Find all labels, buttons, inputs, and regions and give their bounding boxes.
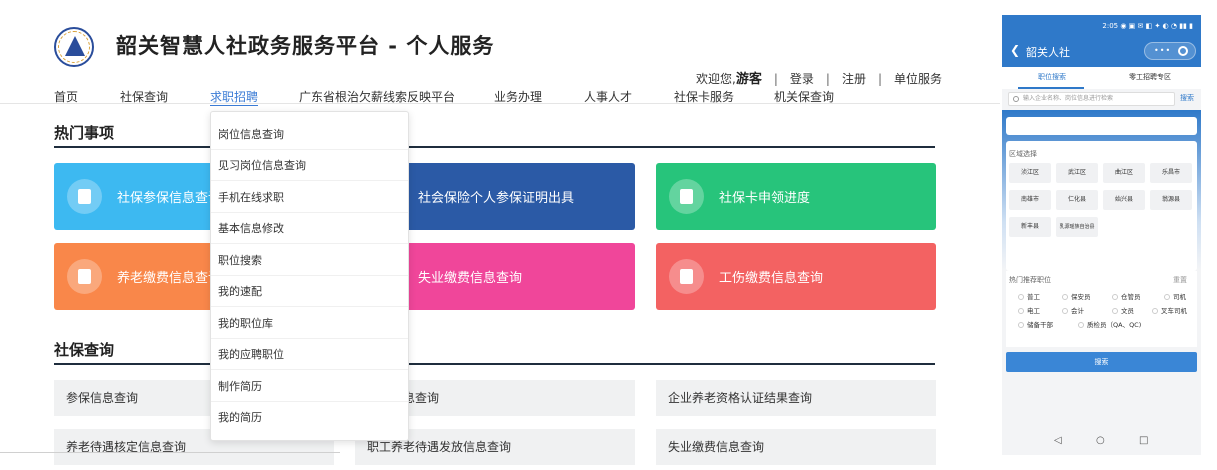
region-chip[interactable]: 浈江区 (1009, 163, 1051, 183)
dropdown-item-create-resume[interactable]: 制作简历 (211, 371, 408, 402)
card-label: 工伤缴费信息查询 (719, 271, 824, 286)
more-dots-icon[interactable]: ••• (1154, 46, 1171, 55)
social-section-title: 社保查询 (54, 341, 115, 359)
org-service-link[interactable]: 单位服务 (894, 72, 942, 86)
job-radio[interactable]: 普工 (1018, 291, 1040, 301)
reset-link[interactable]: 重置 (1173, 275, 1187, 285)
region-chip[interactable]: 武江区 (1056, 163, 1098, 183)
card-label: 失业缴费信息查询 (418, 271, 523, 286)
dropdown-item-post-query[interactable]: 岗位信息查询 (211, 119, 408, 150)
nav-recents-icon[interactable]: □ (1139, 435, 1148, 446)
dropdown-item-edit-info[interactable]: 基本信息修改 (211, 213, 408, 244)
region-chip[interactable]: 南雄市 (1009, 190, 1051, 210)
page-title: 韶关智慧人社政务服务平台 - 个人服务 (116, 34, 495, 58)
region-chip[interactable]: 翁源县 (1150, 190, 1192, 210)
social-item-unemployment[interactable]: 失业缴费信息查询 (656, 429, 936, 465)
region-label: 区域选择 (1009, 150, 1037, 158)
mobile-title: 韶关人社 (1026, 46, 1070, 59)
job-radio[interactable]: 质检员（QA、QC) (1078, 319, 1141, 329)
dropdown-item-intern-query[interactable]: 见习岗位信息查询 (211, 150, 408, 181)
social-section-divider (54, 363, 935, 365)
hot-section-divider (54, 146, 935, 148)
nav-divider (0, 103, 1000, 104)
mobile-screen: 2:05 ◉ ▣ ✉ ◧ ✦ ◐ ◔ ▮▮ ▮ ❮ 韶关人社 ••• 职位搜索 … (1002, 15, 1201, 455)
monitor-icon (669, 259, 704, 294)
card-label: 社会保险个人参保证明出具 (418, 191, 575, 206)
screenshot-root: 韶关智慧人社政务服务平台 - 个人服务 欢迎您,游客 | 登录 | 注册 | 单位服务 首页… (0, 0, 1217, 470)
hot-jobs-panel: 热门推荐职位 重置 普工 保安员 仓管员 司机 电工 会计 文员 叉车司机 储备… (1006, 271, 1197, 347)
hot-card-card-progress[interactable]: 社保卡申领进度 (656, 163, 936, 230)
dropdown-item-job-search[interactable]: 职位搜索 (211, 245, 408, 276)
list-icon (67, 179, 102, 214)
login-link[interactable]: 登录 (790, 72, 814, 86)
region-chip[interactable]: 始兴县 (1103, 190, 1145, 210)
document-icon (67, 259, 102, 294)
mini-program-capsule[interactable]: ••• (1144, 42, 1196, 60)
job-radio[interactable]: 文员 (1112, 305, 1134, 315)
dropdown-item-my-applications[interactable]: 我的应聘职位 (211, 339, 408, 370)
mobile-tabs: 职位搜索 零工招聘专区 (1002, 67, 1201, 89)
desktop-page: 韶关智慧人社政务服务平台 - 个人服务 欢迎您,游客 | 登录 | 注册 | 单位服务 首页… (0, 0, 1000, 470)
hot-section-title: 热门事项 (54, 124, 115, 142)
card-icon (669, 179, 704, 214)
android-nav-bar: ◁ ○ □ (1002, 431, 1201, 455)
user-name: 游客 (735, 72, 762, 87)
back-arrow-icon[interactable]: ❮ (1010, 43, 1020, 57)
hot-card-injury-payment[interactable]: 工伤缴费信息查询 (656, 243, 936, 310)
register-link[interactable]: 注册 (842, 72, 866, 86)
tab-job-search[interactable]: 职位搜索 (1038, 72, 1066, 82)
region-panel: 区域选择 浈江区 武江区 曲江区 乐昌市 南雄市 仁化县 始兴县 翁源县 新丰县… (1006, 141, 1197, 271)
mobile-search-input[interactable]: 输入企业名称、岗位信息进行检索 (1008, 92, 1175, 106)
job-radio[interactable]: 保安员 (1062, 291, 1091, 301)
region-chip[interactable]: 乐昌市 (1150, 163, 1192, 183)
card-label: 社保卡申领进度 (719, 191, 811, 206)
job-radio[interactable]: 电工 (1018, 305, 1040, 315)
mobile-search-button[interactable]: 搜索 (1180, 93, 1194, 103)
hot-jobs-label: 热门推荐职位 (1009, 276, 1051, 284)
jobs-dropdown-menu: 岗位信息查询 见习岗位信息查询 手机在线求职 基本信息修改 职位搜索 我的速配 … (210, 111, 409, 441)
dropdown-item-mobile-apply[interactable]: 手机在线求职 (211, 182, 408, 213)
region-chip[interactable]: 乳源瑶族自治县 (1056, 217, 1098, 237)
user-bar: 欢迎您,游客 | 登录 | 注册 | 单位服务 (696, 72, 943, 87)
job-radio[interactable]: 叉车司机 (1152, 305, 1187, 315)
search-placeholder: 输入企业名称、岗位信息进行检索 (1023, 95, 1114, 102)
nav-back-icon[interactable]: ◁ (1054, 435, 1062, 446)
dropdown-item-quick-match[interactable]: 我的速配 (211, 276, 408, 307)
status-bar: 2:05 ◉ ▣ ✉ ◧ ✦ ◐ ◔ ▮▮ ▮ (1102, 22, 1193, 30)
mobile-submit-button[interactable]: 搜索 (1006, 352, 1197, 372)
card-label: 社保参保信息查询 (117, 191, 222, 206)
close-circle-icon[interactable] (1178, 46, 1188, 56)
region-chip[interactable]: 新丰县 (1009, 217, 1051, 237)
card-label: 养老缴费信息查询 (117, 271, 222, 286)
site-logo (54, 27, 94, 67)
scrollbar-track (0, 452, 340, 453)
job-radio[interactable]: 司机 (1164, 291, 1186, 301)
active-tab-indicator (1018, 87, 1084, 89)
job-radio[interactable]: 仓管员 (1112, 291, 1141, 301)
nav-home-icon[interactable]: ○ (1096, 435, 1105, 446)
mobile-banner-box (1006, 117, 1197, 135)
region-chip[interactable]: 曲江区 (1103, 163, 1145, 183)
job-radio[interactable]: 储备干部 (1018, 319, 1053, 329)
search-icon (1013, 96, 1019, 102)
region-chip[interactable]: 仁化县 (1056, 190, 1098, 210)
dropdown-item-my-jobs[interactable]: 我的职位库 (211, 308, 408, 339)
job-radio[interactable]: 会计 (1062, 305, 1084, 315)
mobile-header: 2:05 ◉ ▣ ✉ ◧ ✦ ◐ ◔ ▮▮ ▮ ❮ 韶关人社 ••• (1002, 15, 1201, 67)
dropdown-item-my-resume[interactable]: 我的简历 (211, 402, 408, 433)
social-item-pension-cert[interactable]: 企业养老资格认证结果查询 (656, 380, 936, 416)
tab-gig-jobs[interactable]: 零工招聘专区 (1129, 72, 1171, 82)
welcome-text: 欢迎您, (696, 72, 736, 86)
